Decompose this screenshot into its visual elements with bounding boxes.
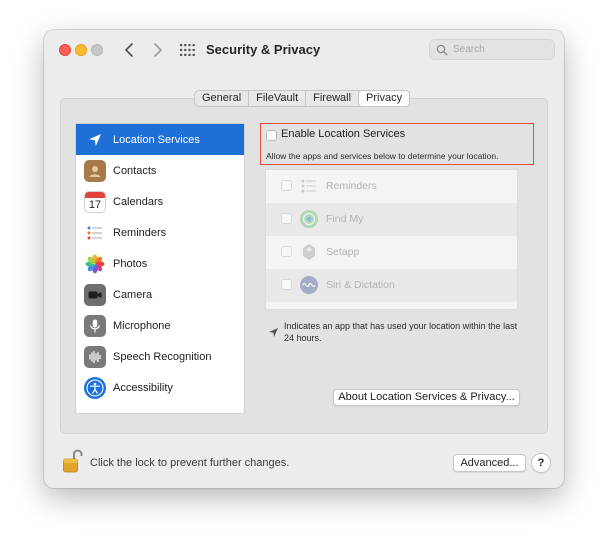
minimize-window-button[interactable] [75,44,87,56]
sidebar-item-microphone[interactable]: Microphone [76,310,244,341]
location-arrow-icon [84,129,106,151]
sidebar-item-label: Reminders [113,226,167,239]
app-label: Siri & Dictation [326,279,395,291]
enable-location-services-description: Allow the apps and services below to det… [266,151,499,161]
lock-button[interactable] [62,448,84,479]
search-input[interactable] [453,42,549,57]
sidebar-item-accessibility[interactable]: Accessibility [76,372,244,403]
title-bar: Security & Privacy [44,30,564,70]
search-field[interactable] [429,39,555,60]
enable-location-services-label[interactable]: Enable Location Services [281,128,405,140]
microphone-icon [84,314,106,337]
back-button[interactable] [119,39,141,61]
sidebar-item-label: Speech Recognition [113,350,212,363]
location-app-list: Reminders Find My Setapp Siri & Dictatio… [265,169,518,310]
sidebar-item-calendars[interactable]: 17 Calendars [76,186,244,217]
sidebar-item-camera[interactable]: Camera [76,279,244,310]
privacy-sidebar: Location Services Contacts 17 Calendars [75,123,245,414]
app-label: Setapp [326,246,360,258]
camera-icon [84,283,106,306]
grid-icon [180,44,195,56]
tab-privacy[interactable]: Privacy [358,90,411,107]
forward-button[interactable] [146,39,168,61]
calendar-date: 17 [88,198,102,211]
sidebar-item-location-services[interactable]: Location Services [76,124,244,155]
setapp-icon [298,241,319,262]
enable-location-services-section: Enable Location Services Allow the apps … [260,123,534,165]
security-privacy-window: Security & Privacy General FileVault Fir… [44,30,564,488]
about-location-services-button[interactable]: About Location Services & Privacy... [333,389,520,406]
sidebar-item-reminders[interactable]: Reminders [76,217,244,248]
app-label: Find My [326,213,364,225]
find-my-icon [298,208,319,229]
list-item: Find My [266,203,517,236]
advanced-button[interactable]: Advanced... [453,454,526,472]
show-all-button[interactable] [179,43,195,57]
zoom-window-button[interactable] [91,44,103,56]
help-button[interactable]: ? [531,453,551,473]
waveform-icon [84,345,106,368]
photos-icon [84,253,106,275]
sidebar-item-label: Contacts [113,164,157,177]
sidebar-item-label: Microphone [113,319,171,332]
contacts-icon [84,159,106,182]
sidebar-item-label: Accessibility [113,381,173,394]
tab-filevault[interactable]: FileVault [248,91,305,106]
unlocked-padlock-icon [63,449,83,473]
list-item: Reminders [266,170,517,203]
accessibility-icon [84,376,106,399]
sidebar-item-photos[interactable]: Photos [76,248,244,279]
tab-firewall[interactable]: Firewall [305,91,358,106]
reminders-icon [298,175,319,196]
close-window-button[interactable] [59,44,71,56]
location-arrow-icon [268,325,279,343]
list-item: Setapp [266,236,517,269]
sidebar-item-label: Camera [113,288,153,301]
chevron-right-icon [154,43,162,57]
tab-bar: General FileVault Firewall Privacy [194,90,411,107]
tab-general[interactable]: General [195,91,248,106]
list-item: Siri & Dictation [266,269,517,302]
enable-location-services-checkbox[interactable] [266,130,277,141]
app-label: Reminders [326,180,377,192]
window-title: Security & Privacy [206,42,321,57]
app-checkbox[interactable] [281,213,292,224]
search-icon [436,44,448,56]
lock-instruction-text: Click the lock to prevent further change… [90,457,290,469]
location-usage-note: Indicates an app that has used your loca… [284,321,518,343]
app-checkbox[interactable] [281,246,292,257]
chevron-left-icon [125,43,133,57]
sidebar-item-label: Calendars [113,195,164,208]
app-checkbox[interactable] [281,180,292,191]
sidebar-item-speech-recognition[interactable]: Speech Recognition [76,341,244,372]
calendar-icon: 17 [84,190,106,213]
sidebar-item-contacts[interactable]: Contacts [76,155,244,186]
siri-icon [298,274,319,295]
list-item [266,302,517,309]
reminders-icon [84,221,106,244]
sidebar-item-label: Photos [113,257,148,270]
app-checkbox[interactable] [281,279,292,290]
sidebar-item-label: Location Services [113,133,200,146]
